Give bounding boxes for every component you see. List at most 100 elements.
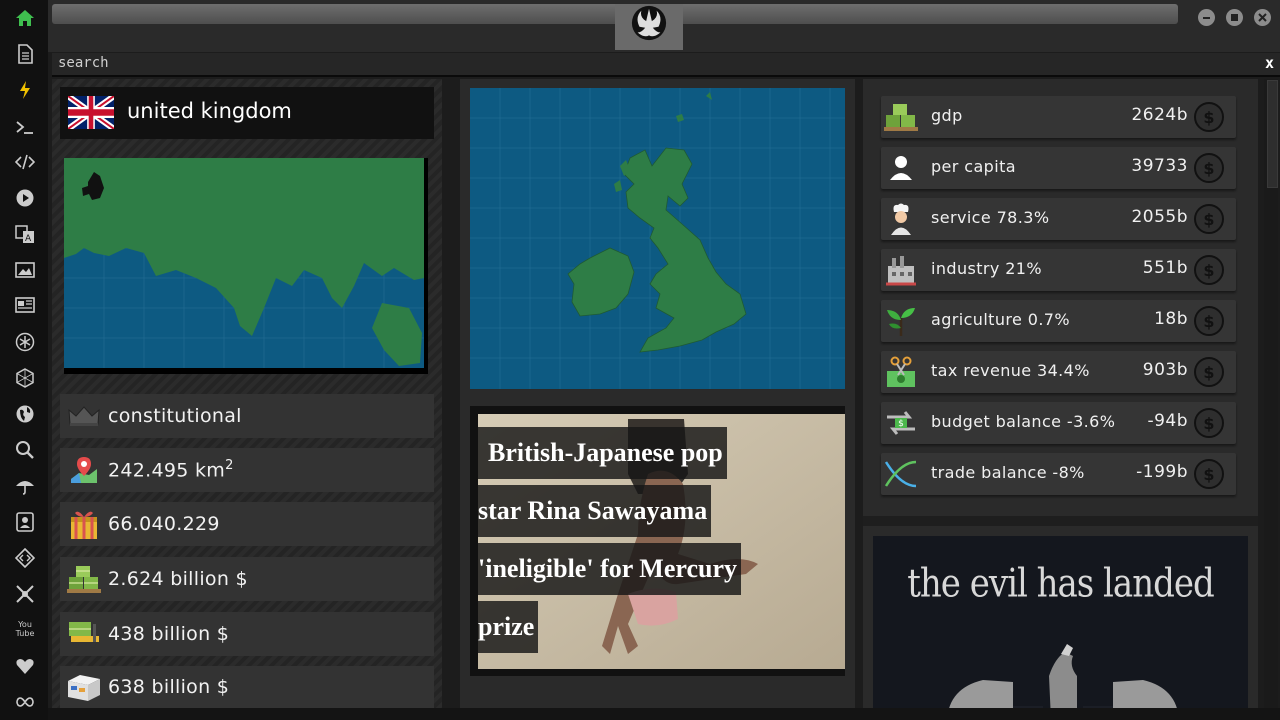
crown-icon [64,398,104,434]
revenue-row: 438 billion $ [60,612,434,656]
population-gift-icon [64,506,104,542]
stat-row-per-capita[interactable]: per capita 39733 $ [881,147,1236,189]
stats-divider [863,516,1258,526]
news-headline-line-4[interactable]: prize [478,601,539,653]
asterisk-icon[interactable] [12,329,38,355]
stat-value: 903b [1142,360,1188,380]
money-pallet-icon [64,561,104,597]
stat-value: 551b [1142,258,1188,278]
currency-dollar-icon[interactable]: $ [1194,255,1224,285]
chef-icon [881,201,921,237]
lightning-icon[interactable] [12,77,38,103]
area-unit-sup: 2 [225,458,234,474]
area-number: 242.495 km [108,459,226,482]
plant-icon [881,303,921,339]
translate-icon[interactable]: A [12,221,38,247]
search-icon[interactable] [12,437,38,463]
stat-value: -94b [1147,411,1188,431]
cargo-box-icon [64,669,104,705]
hexagon-icon[interactable] [12,365,38,391]
play-icon[interactable] [12,185,38,211]
currency-dollar-icon[interactable]: $ [1194,153,1224,183]
status-bar [48,708,1280,720]
news-icon[interactable] [12,292,38,318]
sidebar: A You Tube [0,0,48,720]
promo-banner[interactable]: the evil has landed [873,536,1248,720]
forklift-money-icon [64,616,104,652]
diamond-code-icon[interactable] [12,545,38,571]
gdp-value: 2.624 billion $ [108,568,248,590]
stat-label: gdp [931,106,963,125]
currency-dollar-icon[interactable]: $ [1194,102,1224,132]
globe-icon[interactable] [12,401,38,427]
svg-text:A: A [25,234,32,244]
search-label: search [58,55,109,71]
minimize-button[interactable] [1198,9,1215,26]
svg-text:$: $ [898,419,904,429]
infinity-icon[interactable] [12,689,38,715]
close-search-button[interactable]: x [1265,54,1274,72]
stat-label: tax revenue 34.4% [931,361,1090,380]
title-bar [48,0,1280,52]
stat-value: 18b [1154,309,1188,329]
home-icon[interactable] [12,5,38,31]
stat-row-service[interactable]: service 78.3% 2055b $ [881,198,1236,240]
stat-label: trade balance -8% [931,463,1085,482]
crosshair-icon[interactable] [12,581,38,607]
maximize-button[interactable] [1226,9,1243,26]
rebel-alliance-icon [631,5,667,41]
government-row: constitutional [60,394,434,438]
close-window-button[interactable] [1254,9,1271,26]
heart-icon[interactable] [12,653,38,679]
image-icon[interactable] [12,257,38,283]
document-icon[interactable] [12,41,38,67]
news-headline-line-2[interactable]: star Rina Sawayama [478,485,712,537]
stat-value: 2055b [1131,207,1188,227]
currency-dollar-icon[interactable]: $ [1194,357,1224,387]
exchange-money-icon: $ [881,405,921,441]
trade-cross-icon [881,456,921,492]
news-headline-line-3[interactable]: 'ineligible' for Mercury [478,543,741,595]
exports-value: 638 billion $ [108,676,230,698]
search-bar[interactable]: search x [52,53,1280,77]
stat-label: industry 21% [931,259,1042,278]
scissors-money-icon [881,354,921,390]
currency-dollar-icon[interactable]: $ [1194,306,1224,336]
currency-dollar-icon[interactable]: $ [1194,459,1224,489]
stat-label: budget balance -3.6% [931,412,1116,431]
currency-dollar-icon[interactable]: $ [1194,204,1224,234]
area-row: 242.495 km2 [60,448,434,492]
stat-row-budget-balance[interactable]: $ budget balance -3.6% -94b $ [881,402,1236,444]
gdp-row: 2.624 billion $ [60,557,434,601]
terminal-icon[interactable] [12,114,38,140]
area-value: 242.495 km2 [108,458,234,481]
stat-value: 2624b [1131,105,1188,125]
scrollbar-thumb[interactable] [1267,80,1278,188]
population-value: 66.040.229 [108,513,220,535]
contact-card-icon[interactable] [12,509,38,535]
stat-label: agriculture 0.7% [931,310,1070,329]
map-pin-icon [64,452,104,488]
world-map [64,158,428,374]
code-icon[interactable] [12,149,38,175]
stat-row-tax-revenue[interactable]: tax revenue 34.4% 903b $ [881,351,1236,393]
youtube-label: You Tube [15,620,35,638]
youtube-icon[interactable]: You Tube [12,616,38,642]
stat-row-gdp[interactable]: gdp 2624b $ [881,96,1236,138]
stat-label: per capita [931,157,1016,176]
currency-dollar-icon[interactable]: $ [1194,408,1224,438]
stat-row-agriculture[interactable]: agriculture 0.7% 18b $ [881,300,1236,342]
uk-map [470,88,845,389]
country-header: united kingdom [60,87,434,139]
umbrella-icon[interactable] [12,473,38,499]
country-name: united kingdom [127,99,292,123]
promo-title: the evil has landed [907,561,1215,607]
person-icon [881,150,921,186]
rebel-logo-tab[interactable] [615,4,683,50]
news-headline-line-1[interactable]: British-Japanese pop [478,427,727,479]
stat-value: -199b [1136,462,1188,482]
stat-row-industry[interactable]: industry 21% 551b $ [881,249,1236,291]
stat-row-trade-balance[interactable]: trade balance -8% -199b $ [881,453,1236,495]
exports-row: 638 billion $ [60,666,434,708]
population-row: 66.040.229 [60,502,434,546]
